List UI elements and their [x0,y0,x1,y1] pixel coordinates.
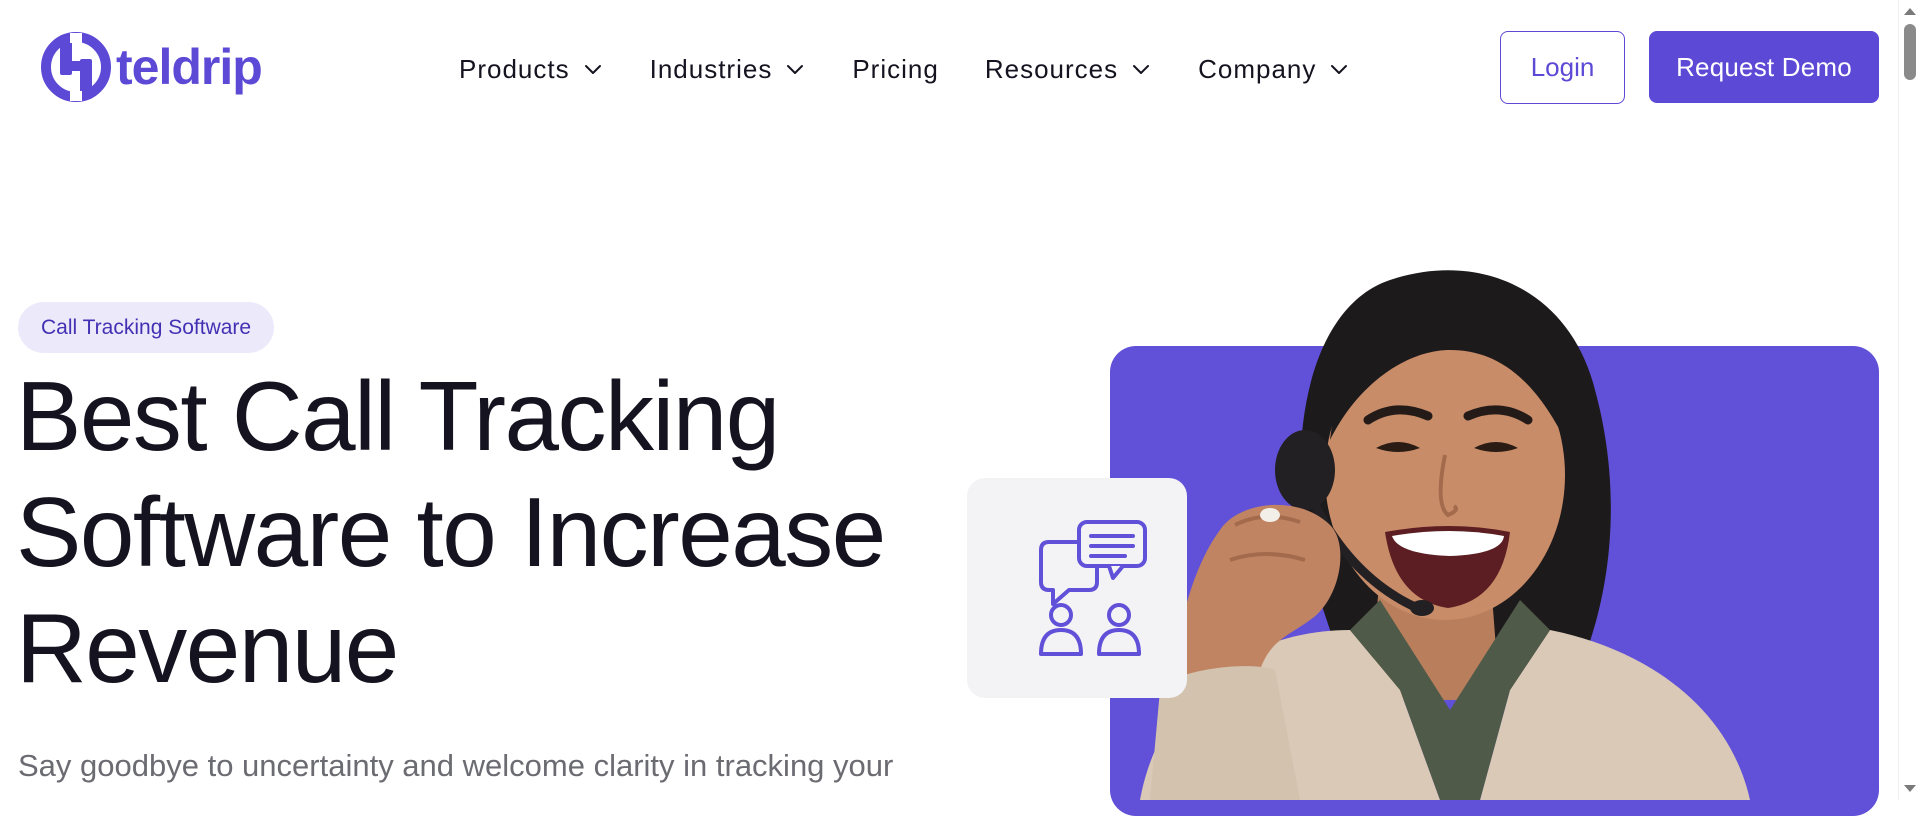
scroll-down-arrow-icon[interactable] [1904,785,1916,792]
chevron-down-icon [584,65,601,74]
nav-item-products[interactable]: Products [459,54,604,85]
nav-item-pricing[interactable]: Pricing [852,54,938,85]
nav-item-label: Company [1198,53,1317,84]
nav-item-company[interactable]: Company [1198,54,1350,85]
brand-name: teldrip [116,39,263,95]
request-demo-button[interactable]: Request Demo [1649,31,1879,103]
nav-item-label: Industries [649,53,773,84]
login-button[interactable]: Login [1500,31,1625,104]
nav-item-label: Products [459,53,570,84]
hero-title: Best Call Tracking Software to Increase … [16,361,886,703]
scrollbar-thumb[interactable] [1904,24,1916,80]
teldrip-logo-icon [41,32,111,102]
chevron-down-icon [787,65,804,74]
page-scrollbar[interactable] [1898,0,1920,800]
chat-feature-card [967,478,1187,698]
main-nav: Products Industries Pricing Resources Co… [459,48,1350,90]
hero-subtitle: Say goodbye to uncertainty and welcome c… [18,748,894,783]
nav-item-label: Pricing [852,53,939,84]
nav-item-label: Resources [984,53,1119,84]
nav-item-industries[interactable]: Industries [650,54,807,85]
scroll-up-arrow-icon[interactable] [1904,8,1916,15]
site-header: teldrip Products Industries Pricing Reso… [0,0,1898,136]
chevron-down-icon [1133,65,1150,74]
nav-item-resources[interactable]: Resources [985,54,1152,85]
hero-badge: Call Tracking Software [18,302,275,353]
brand-logo[interactable]: teldrip [40,31,263,103]
chevron-down-icon [1331,65,1348,74]
chat-users-icon [1039,520,1147,656]
